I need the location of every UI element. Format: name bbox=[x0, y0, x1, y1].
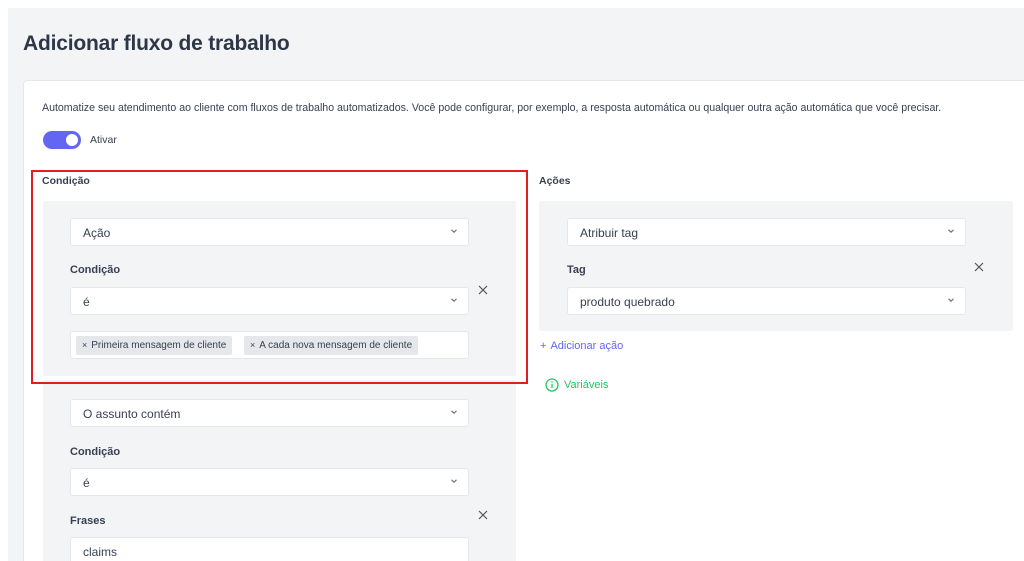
condition-2-type-select[interactable]: O assunto contém bbox=[70, 399, 469, 427]
condition-2-operator-value: é bbox=[83, 476, 90, 490]
condition-tags-input[interactable]: × Primeira mensagem de cliente × A cada no… bbox=[70, 331, 469, 359]
condition-label: Condição bbox=[70, 264, 121, 276]
phrases-label: Frases bbox=[70, 515, 106, 527]
top-edge bbox=[0, 0, 1024, 8]
tag-select[interactable]: produto quebrado bbox=[567, 287, 966, 315]
condition-2-label: Condição bbox=[70, 446, 121, 458]
condition-type-value: Ação bbox=[83, 226, 111, 240]
add-action-link[interactable]: + Adicionar ação bbox=[540, 340, 623, 352]
chevron-down-icon bbox=[948, 298, 954, 303]
enable-toggle[interactable] bbox=[43, 131, 81, 149]
close-icon[interactable] bbox=[477, 284, 489, 296]
condition-operator-value: é bbox=[83, 295, 90, 309]
add-action-label: Adicionar ação bbox=[550, 340, 624, 352]
info-circle-icon bbox=[545, 378, 559, 392]
condition-2-operator-select[interactable]: é bbox=[70, 468, 469, 496]
tag-label: Tag bbox=[567, 264, 586, 276]
phrases-input[interactable]: claims bbox=[70, 537, 469, 561]
close-icon[interactable] bbox=[973, 261, 985, 273]
plus-icon: + bbox=[540, 340, 547, 352]
tag-chip[interactable]: × Primeira mensagem de cliente bbox=[76, 336, 233, 355]
page-description: Automatize seu atendimento ao cliente co… bbox=[42, 102, 942, 114]
close-icon[interactable] bbox=[477, 509, 489, 521]
conditions-heading: Condição bbox=[42, 175, 90, 187]
condition-2-type-value: O assunto contém bbox=[83, 407, 181, 421]
tag-select-value: produto quebrado bbox=[580, 295, 675, 309]
condition-type-select[interactable]: Ação bbox=[70, 218, 469, 246]
condition-operator-select[interactable]: é bbox=[70, 287, 469, 315]
tag-chip[interactable]: × A cada nova mensagem de cliente bbox=[244, 336, 419, 355]
variables-link[interactable]: Variáveis bbox=[545, 378, 608, 392]
page-title: Adicionar fluxo de trabalho bbox=[23, 32, 290, 55]
close-icon[interactable]: × bbox=[82, 340, 87, 350]
tag-chip-label: A cada nova mensagem de cliente bbox=[259, 340, 413, 351]
chevron-down-icon bbox=[451, 479, 457, 484]
phrases-value: claims bbox=[83, 545, 118, 559]
chevron-down-icon bbox=[948, 229, 954, 234]
variables-label: Variáveis bbox=[564, 379, 609, 391]
chevron-down-icon bbox=[451, 229, 457, 234]
toggle-knob bbox=[66, 134, 78, 146]
close-icon[interactable]: × bbox=[250, 340, 255, 350]
left-edge bbox=[0, 0, 8, 561]
action-type-select[interactable]: Atribuir tag bbox=[567, 218, 966, 246]
actions-heading: Ações bbox=[539, 175, 571, 187]
action-type-value: Atribuir tag bbox=[580, 226, 639, 240]
chevron-down-icon bbox=[451, 410, 457, 415]
chevron-down-icon bbox=[451, 298, 457, 303]
toggle-label: Ativar bbox=[90, 134, 117, 146]
tag-chip-label: Primeira mensagem de cliente bbox=[91, 340, 227, 351]
